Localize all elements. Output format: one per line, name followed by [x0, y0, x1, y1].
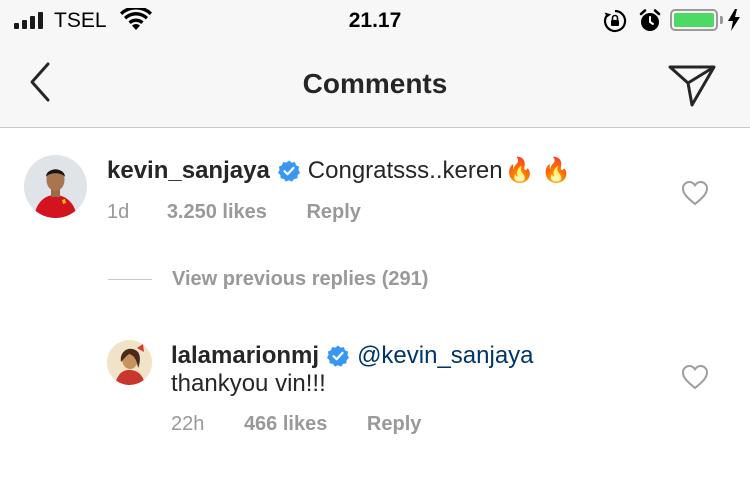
- fire-emoji: 🔥 🔥: [504, 157, 571, 184]
- reply-meta: 22h 466 likes Reply: [171, 413, 421, 436]
- reply-likes[interactable]: 466 likes: [244, 413, 327, 436]
- status-bar: TSEL 21.17: [0, 0, 750, 40]
- avatar-image: [107, 340, 152, 385]
- view-replies-label: View previous replies (291): [172, 268, 429, 290]
- reply-username[interactable]: lalamarionmj: [171, 342, 319, 370]
- battery-cap: [720, 16, 723, 24]
- nav-bar: Comments: [0, 40, 750, 128]
- avatar[interactable]: [107, 340, 152, 385]
- comment-body: kevin_sanjaya Congratsss..keren 🔥 🔥: [107, 156, 571, 185]
- avatar-image: [24, 155, 87, 218]
- page-title: Comments: [302, 68, 448, 99]
- clock: 21.17: [348, 9, 402, 32]
- reply-button[interactable]: Reply: [367, 413, 421, 436]
- view-previous-replies-button[interactable]: View previous replies (291): [108, 268, 428, 291]
- alarm-icon: [639, 9, 661, 31]
- verified-badge-icon: [277, 160, 300, 182]
- rotation-lock-icon: [603, 9, 627, 33]
- mention-link[interactable]: @kevin_sanjaya: [357, 342, 533, 370]
- charging-bolt-icon: [728, 9, 740, 31]
- comment-text: Congratsss..keren: [307, 156, 503, 184]
- comment-username[interactable]: kevin_sanjaya: [107, 157, 270, 185]
- reply-button[interactable]: Reply: [306, 201, 360, 224]
- heart-icon[interactable]: [681, 364, 709, 390]
- avatar[interactable]: [24, 155, 87, 218]
- battery-level: [674, 13, 714, 27]
- heart-icon[interactable]: [681, 180, 709, 206]
- comment-time: 1d: [107, 201, 130, 223]
- reply-time: 22h: [171, 413, 205, 435]
- comment-likes[interactable]: 3.250 likes: [167, 201, 267, 224]
- paper-plane-icon: [668, 65, 716, 107]
- reply-text: thankyou vin!!!: [171, 370, 326, 397]
- verified-badge-icon: [327, 345, 350, 367]
- send-button[interactable]: [664, 57, 720, 113]
- battery-icon: [670, 9, 718, 31]
- comment-meta: 1d 3.250 likes Reply: [107, 201, 361, 224]
- reply-body: lalamarionmj @kevin_sanjaya: [171, 342, 534, 370]
- divider-line: [108, 279, 152, 280]
